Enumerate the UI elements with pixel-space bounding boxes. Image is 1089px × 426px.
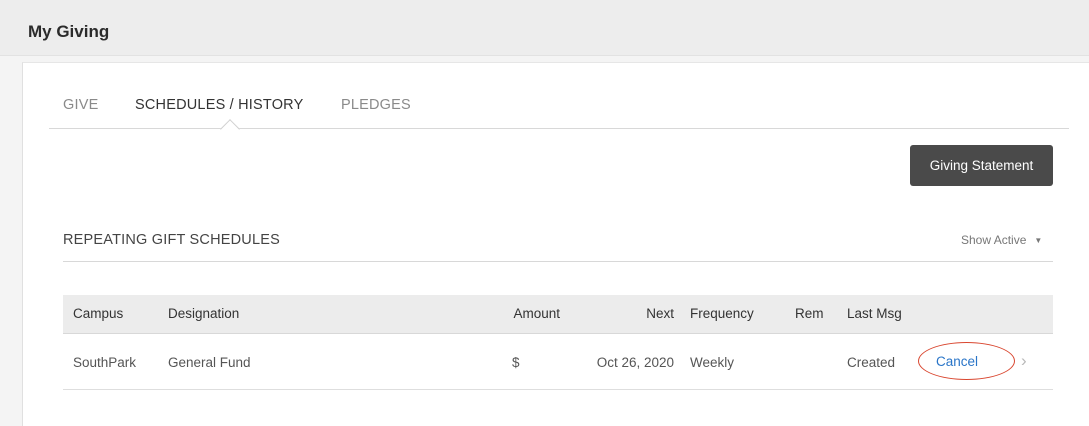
- tab-give[interactable]: GIVE: [63, 97, 98, 113]
- column-header-next: Next: [646, 306, 674, 321]
- section-title: REPEATING GIFT SCHEDULES: [63, 232, 280, 248]
- column-header-last-msg: Last Msg: [847, 306, 902, 321]
- cancel-link[interactable]: Cancel: [936, 354, 978, 369]
- page-header: My Giving: [0, 0, 1089, 56]
- schedules-table: Campus Designation Amount Next Frequency…: [63, 295, 1053, 390]
- table-header: Campus Designation Amount Next Frequency…: [63, 295, 1053, 334]
- column-header-amount: Amount: [513, 306, 560, 321]
- cell-next: Oct 26, 2020: [596, 355, 674, 370]
- cancel-highlight-circle: Cancel: [918, 342, 1015, 380]
- column-header-frequency: Frequency: [690, 306, 754, 321]
- cell-last-msg: Created: [847, 355, 896, 370]
- show-active-label: Show Active: [961, 233, 1027, 247]
- cell-frequency: Weekly: [690, 355, 735, 370]
- page-title: My Giving: [28, 22, 110, 41]
- show-active-dropdown[interactable]: Show Active ▼: [961, 233, 1042, 247]
- tab-schedules-history[interactable]: SCHEDULES / HISTORY: [135, 97, 303, 113]
- giving-statement-button[interactable]: Giving Statement: [910, 145, 1053, 186]
- chevron-right-icon[interactable]: ›: [1021, 351, 1027, 371]
- column-header-designation: Designation: [168, 306, 240, 321]
- table-row[interactable]: SouthPark General Fund $ Oct 26, 2020 We…: [63, 334, 1053, 390]
- giving-panel: GIVE SCHEDULES / HISTORY PLEDGES Giving …: [22, 62, 1089, 426]
- section-divider: [63, 261, 1053, 262]
- caret-down-icon: ▼: [1034, 236, 1043, 245]
- tab-pledges[interactable]: PLEDGES: [341, 97, 411, 113]
- cell-campus: SouthPark: [73, 355, 137, 370]
- cell-designation: General Fund: [168, 355, 251, 370]
- column-header-rem: Rem: [795, 306, 824, 321]
- cell-amount: $: [512, 355, 520, 370]
- active-tab-indicator: [220, 119, 240, 139]
- column-header-campus: Campus: [73, 306, 124, 321]
- tab-bar: GIVE SCHEDULES / HISTORY PLEDGES: [49, 93, 1069, 139]
